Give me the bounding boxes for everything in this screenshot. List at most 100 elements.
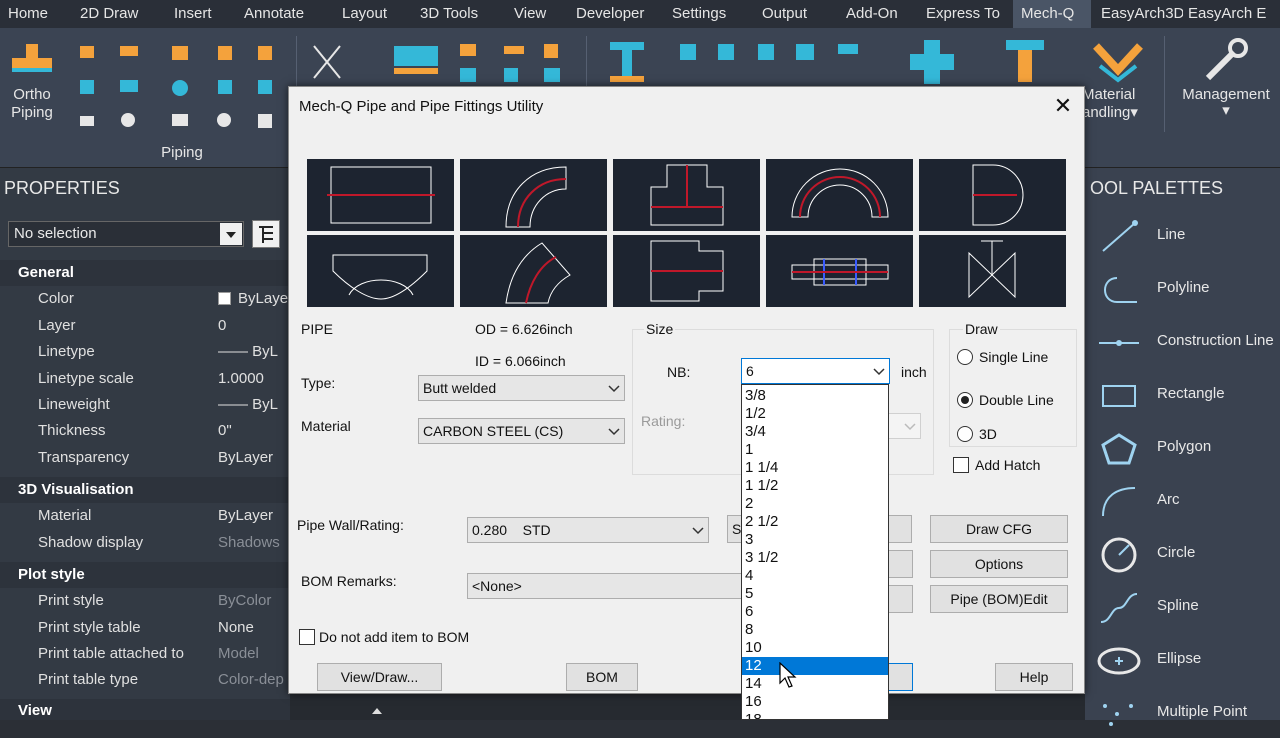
tab-2d-draw[interactable]: 2D Draw	[72, 0, 152, 28]
pipe-bom-edit-button[interactable]: Pipe (BOM)Edit	[930, 585, 1068, 613]
no-bom-label[interactable]: Do not add item to BOM	[319, 629, 469, 645]
tab-developer[interactable]: Developer	[568, 0, 658, 28]
tab-home[interactable]: Home	[0, 0, 58, 28]
nb-option[interactable]: 1/2	[742, 405, 888, 423]
nb-option[interactable]: 3	[742, 531, 888, 549]
duct-cross-icon[interactable]	[908, 38, 958, 88]
fitting-thumb-elbow-45[interactable]	[460, 235, 607, 307]
add-hatch-checkbox[interactable]	[953, 457, 969, 473]
nb-option[interactable]: 1 1/2	[742, 477, 888, 495]
fitting-thumb-return-bend[interactable]	[766, 159, 913, 231]
fitting-thumb-elbow-90[interactable]	[460, 159, 607, 231]
tab-settings[interactable]: Settings	[664, 0, 736, 28]
nb-option[interactable]: 8	[742, 621, 888, 639]
prop-value[interactable]: 1.0000	[218, 366, 264, 392]
tab-3d-tools[interactable]: 3D Tools	[412, 0, 496, 28]
palette-item-arc[interactable]: Arc	[1085, 476, 1280, 526]
nb-option[interactable]: 10	[742, 639, 888, 657]
double-line-radio[interactable]	[957, 392, 973, 408]
fitting-thumb-pipe[interactable]	[307, 159, 454, 231]
ortho-piping-label[interactable]: Ortho Piping	[4, 86, 60, 122]
tab-view[interactable]: View	[506, 0, 562, 28]
tab-mech-q[interactable]: Mech-Q	[1013, 0, 1091, 28]
nb-option[interactable]: 18	[742, 711, 888, 719]
nb-option[interactable]: 6	[742, 603, 888, 621]
nb-option-highlighted[interactable]: 12	[742, 657, 888, 675]
prop-value[interactable]: ByLayer	[238, 286, 293, 312]
draw-cfg-button[interactable]: Draw CFG	[930, 515, 1068, 543]
material-handling-label[interactable]: Material andling▾	[1082, 86, 1156, 122]
fitting-thumb-cap[interactable]	[919, 159, 1066, 231]
nb-option[interactable]: 4	[742, 567, 888, 585]
tab-layout[interactable]: Layout	[334, 0, 400, 28]
chevron-down-icon[interactable]	[220, 223, 242, 245]
ortho-piping-icon[interactable]	[10, 42, 54, 82]
palette-item-polygon[interactable]: Polygon	[1085, 423, 1280, 473]
prop-value[interactable]: —— ByL	[218, 339, 278, 365]
3d-radio[interactable]	[957, 426, 973, 442]
tab-annotate[interactable]: Annotate	[236, 0, 324, 28]
palette-item-ellipse[interactable]: Ellipse	[1085, 635, 1280, 685]
prop-value[interactable]: —— ByL	[218, 392, 278, 418]
palette-item-spline[interactable]: Spline	[1085, 582, 1280, 632]
selection-select[interactable]: No selection	[8, 221, 244, 247]
fitting-thumb-tee[interactable]	[613, 159, 760, 231]
fitting-thumb-elbow-180[interactable]	[307, 235, 454, 307]
prop-value[interactable]: 0"	[218, 418, 232, 444]
palette-item-circle[interactable]: Circle	[1085, 529, 1280, 579]
management-arrow[interactable]: ▾	[1172, 102, 1280, 120]
tab-add-on[interactable]: Add-On	[838, 0, 916, 28]
fitting-thumb-reducer[interactable]	[613, 235, 760, 307]
nb-option[interactable]: 14	[742, 675, 888, 693]
3d-label[interactable]: 3D	[979, 426, 997, 442]
single-line-label[interactable]: Single Line	[979, 349, 1048, 365]
tab-output[interactable]: Output	[754, 0, 822, 28]
palette-item-construction-line[interactable]: Construction Line	[1085, 317, 1280, 367]
nb-option[interactable]: 16	[742, 693, 888, 711]
nb-select[interactable]: 6	[741, 358, 890, 384]
tab-easyarch3d[interactable]: EasyArch3D	[1093, 0, 1183, 28]
section-view[interactable]: View	[0, 699, 290, 720]
nb-option[interactable]: 3/8	[742, 387, 888, 405]
piping-tools-icons[interactable]	[74, 40, 284, 148]
type-select[interactable]: Butt welded	[418, 375, 625, 401]
quick-select-button[interactable]	[252, 220, 280, 248]
fitting-thumb-valve[interactable]	[919, 235, 1066, 307]
nb-option[interactable]: 1	[742, 441, 888, 459]
support-icon[interactable]	[1000, 36, 1050, 88]
fitting-thumb-flange[interactable]	[766, 235, 913, 307]
section-general[interactable]: General	[0, 260, 290, 286]
view-draw-button[interactable]: View/Draw...	[317, 663, 442, 691]
bom-remarks-select[interactable]: <None>	[467, 573, 757, 599]
prop-value[interactable]: ByLayer	[218, 445, 273, 471]
nb-option[interactable]: 1 1/4	[742, 459, 888, 477]
prop-value[interactable]: None	[218, 615, 254, 641]
no-bom-checkbox[interactable]	[299, 629, 315, 645]
structural-tools-icons[interactable]	[600, 38, 870, 88]
tab-easyarch-e[interactable]: EasyArch E	[1180, 0, 1280, 28]
options-button[interactable]: Options	[930, 550, 1068, 578]
fittings-tools-icons[interactable]	[300, 38, 580, 88]
nb-dropdown-list[interactable]: 3/8 1/2 3/4 1 1 1/4 1 1/2 2 2 1/2 3 3 1/…	[741, 384, 889, 720]
section-plot-style[interactable]: Plot style	[0, 562, 290, 588]
single-line-radio[interactable]	[957, 349, 973, 365]
prop-value[interactable]: 0	[218, 313, 226, 339]
close-icon[interactable]: ✕	[1050, 93, 1076, 119]
pipe-wall-select[interactable]: 0.280 STD	[467, 517, 709, 543]
material-select[interactable]: CARBON STEEL (CS)	[418, 418, 625, 444]
nb-option[interactable]: 3/4	[742, 423, 888, 441]
double-line-label[interactable]: Double Line	[979, 392, 1054, 408]
material-handling-icon[interactable]	[1090, 36, 1146, 86]
palette-item-rectangle[interactable]: Rectangle	[1085, 370, 1280, 420]
nb-option[interactable]: 5	[742, 585, 888, 603]
bom-button[interactable]: BOM	[566, 663, 638, 691]
palette-item-line[interactable]: Line	[1085, 211, 1280, 261]
tab-insert[interactable]: Insert	[166, 0, 230, 28]
prop-value[interactable]: ByLayer	[218, 503, 273, 529]
wrench-icon[interactable]	[1200, 36, 1250, 86]
palette-item-polyline[interactable]: Polyline	[1085, 264, 1280, 314]
tab-express-tools[interactable]: Express To	[918, 0, 1012, 28]
section-3d-visualisation[interactable]: 3D Visualisation	[0, 477, 290, 503]
nb-option[interactable]: 2	[742, 495, 888, 513]
collapse-icon[interactable]	[372, 706, 382, 714]
